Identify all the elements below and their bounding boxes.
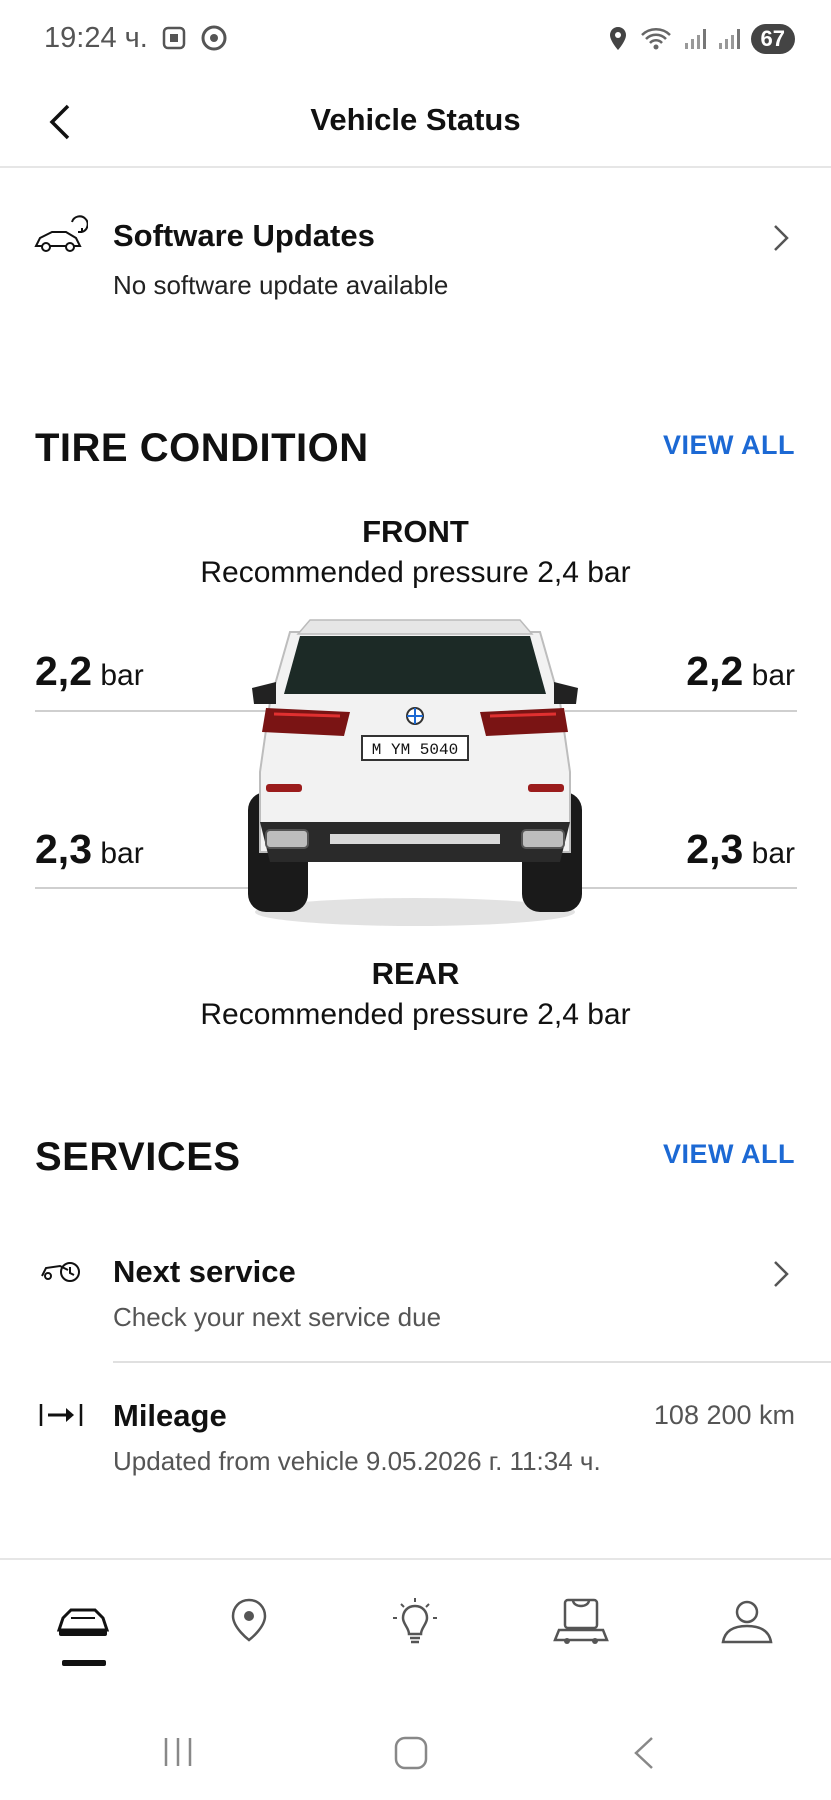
front-axle-label: FRONT bbox=[362, 514, 469, 549]
nav-discover-tab[interactable] bbox=[380, 1596, 450, 1656]
front-right-unit: bar bbox=[751, 659, 795, 692]
nav-active-indicator bbox=[62, 1660, 106, 1666]
battery-indicator: 67 bbox=[750, 24, 795, 54]
rear-axle-label: REAR bbox=[371, 956, 460, 991]
service-icon bbox=[41, 1262, 80, 1282]
system-navigation-bar bbox=[0, 1700, 831, 1800]
mileage-row: Mileage 108 200 km Updated from vehicle … bbox=[0, 1386, 831, 1498]
chrome-icon bbox=[201, 25, 227, 51]
front-right-pressure: 2,2 bar bbox=[686, 648, 795, 695]
software-updates-title: Software Updates bbox=[113, 218, 375, 253]
rear-right-pressure: 2,3 bar bbox=[686, 826, 795, 873]
nav-map-tab[interactable] bbox=[214, 1596, 284, 1656]
shop-car-icon bbox=[553, 1598, 609, 1644]
chevron-right-icon bbox=[774, 1261, 789, 1287]
map-pin-icon bbox=[231, 1598, 267, 1642]
front-left-pressure: 2,2 bar bbox=[35, 648, 144, 695]
home-icon[interactable] bbox=[392, 1734, 430, 1772]
rear-recommended-pressure: Recommended pressure 2,4 bar bbox=[200, 998, 631, 1031]
app-header: Vehicle Status bbox=[0, 80, 831, 168]
signal-icon bbox=[684, 29, 706, 49]
next-service-row[interactable]: Next service Check your next service due bbox=[0, 1240, 831, 1352]
rear-right-unit: bar bbox=[751, 837, 795, 870]
front-left-value: 2,2 bbox=[35, 648, 92, 694]
wifi-icon bbox=[640, 28, 671, 50]
services-title: SERVICES bbox=[35, 1135, 241, 1179]
mileage-title: Mileage bbox=[113, 1398, 227, 1433]
mileage-icon bbox=[39, 1404, 83, 1426]
nav-shop-tab[interactable] bbox=[546, 1596, 616, 1656]
tire-view-all-link[interactable]: VIEW ALL bbox=[663, 430, 795, 461]
car-icon bbox=[56, 1608, 110, 1636]
bottom-navigation bbox=[0, 1558, 831, 1670]
screenshot-icon bbox=[162, 26, 186, 50]
status-notification-icons bbox=[160, 24, 228, 52]
car-rear-image: M YM 5040 bbox=[248, 619, 582, 926]
page-title: Vehicle Status bbox=[310, 102, 521, 137]
front-right-value: 2,2 bbox=[686, 648, 744, 694]
status-system-icons: 67 bbox=[607, 24, 795, 54]
rear-right-value: 2,3 bbox=[686, 826, 744, 872]
status-bar: 19:24 ч. 67 bbox=[0, 0, 831, 80]
mileage-subtitle: Updated from vehicle 9.05.2026 г. 11:34 … bbox=[113, 1446, 601, 1476]
next-service-subtitle: Check your next service due bbox=[113, 1302, 442, 1332]
rear-left-unit: bar bbox=[100, 837, 144, 870]
location-icon bbox=[609, 27, 626, 50]
software-updates-row[interactable]: Software Updates No software update avai… bbox=[0, 200, 831, 320]
mileage-value: 108 200 km bbox=[653, 1400, 795, 1430]
rear-left-value: 2,3 bbox=[35, 826, 92, 872]
next-service-title: Next service bbox=[113, 1254, 296, 1289]
front-left-unit: bar bbox=[100, 659, 144, 692]
car-update-icon bbox=[34, 215, 88, 252]
services-view-all-link[interactable]: VIEW ALL bbox=[663, 1139, 795, 1170]
nav-profile-tab[interactable] bbox=[712, 1596, 782, 1656]
chevron-right-icon bbox=[774, 225, 789, 251]
rear-left-pressure: 2,3 bar bbox=[35, 826, 144, 873]
front-right-line bbox=[565, 710, 797, 712]
nav-vehicle-tab[interactable] bbox=[48, 1596, 118, 1656]
license-plate-text: M YM 5040 bbox=[372, 741, 458, 759]
software-updates-subtitle: No software update available bbox=[113, 270, 449, 300]
status-time: 19:24 ч. bbox=[44, 22, 148, 54]
back-nav-icon[interactable] bbox=[630, 1734, 658, 1772]
front-recommended-pressure: Recommended pressure 2,4 bar bbox=[200, 556, 631, 589]
services-divider bbox=[113, 1361, 831, 1363]
bulb-icon bbox=[393, 1598, 437, 1644]
rear-left-line bbox=[35, 887, 267, 889]
profile-icon bbox=[721, 1600, 773, 1644]
tire-condition-title: TIRE CONDITION bbox=[35, 426, 369, 470]
signal-icon-2 bbox=[718, 29, 740, 49]
front-left-line bbox=[35, 710, 267, 712]
recent-apps-icon[interactable] bbox=[160, 1734, 196, 1770]
rear-right-line bbox=[565, 887, 797, 889]
